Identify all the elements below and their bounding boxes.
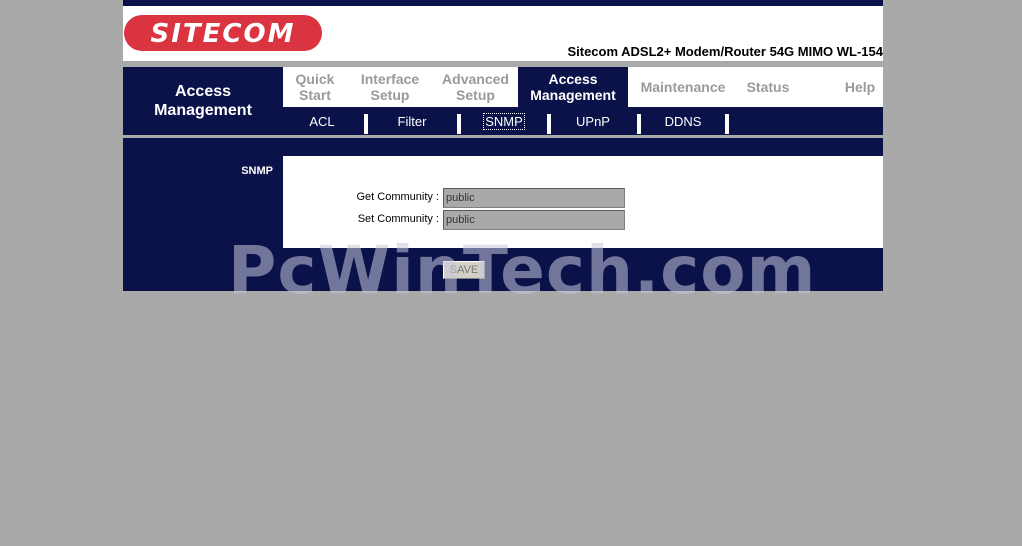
- router-admin-frame: SITECOM Sitecom ADSL2+ Modem/Router 54G …: [123, 0, 883, 291]
- section-label-line2: Management: [154, 102, 252, 119]
- sub-nav: ACL Filter SNMP UPnP DDNS: [283, 107, 883, 135]
- snmp-section-title: SNMP: [241, 165, 273, 177]
- logo-text: SITECOM: [151, 19, 296, 49]
- product-title: Sitecom ADSL2+ Modem/Router 54G MIMO WL-…: [567, 44, 883, 59]
- subtab-upnp[interactable]: UPnP: [551, 107, 635, 135]
- tab-help[interactable]: Help: [833, 67, 887, 107]
- header: SITECOM Sitecom ADSL2+ Modem/Router 54G …: [123, 6, 883, 61]
- section-label: Access Management: [123, 67, 283, 135]
- section-label-line1: Access: [174, 83, 232, 100]
- snmp-panel: Get Community : Set Community :: [283, 156, 883, 248]
- tab-access-management[interactable]: Access Management: [518, 67, 628, 107]
- tab-maintenance[interactable]: Maintenance: [628, 67, 738, 107]
- subtab-filter[interactable]: Filter: [368, 107, 456, 135]
- tab-advanced-setup[interactable]: Advanced Setup: [433, 67, 518, 107]
- subnav-divider: [725, 114, 729, 134]
- subtab-snmp[interactable]: SNMP: [461, 107, 547, 135]
- content-area: SNMP Get Community : Set Community : SAV…: [123, 138, 883, 291]
- tab-interface-setup[interactable]: Interface Setup: [347, 67, 433, 107]
- set-community-label: Set Community :: [357, 213, 439, 225]
- save-button[interactable]: SAVE: [443, 261, 485, 279]
- main-nav: Access Management Quick Start Interface Se…: [123, 67, 883, 135]
- get-community-input[interactable]: [443, 188, 625, 208]
- subtab-ddns[interactable]: DDNS: [641, 107, 725, 135]
- sitecom-logo: SITECOM: [124, 15, 322, 51]
- tab-quick-start[interactable]: Quick Start: [283, 67, 347, 107]
- tab-status[interactable]: Status: [738, 67, 798, 107]
- subtab-acl[interactable]: ACL: [283, 107, 361, 135]
- set-community-input[interactable]: [443, 210, 625, 230]
- get-community-label: Get Community :: [356, 191, 439, 203]
